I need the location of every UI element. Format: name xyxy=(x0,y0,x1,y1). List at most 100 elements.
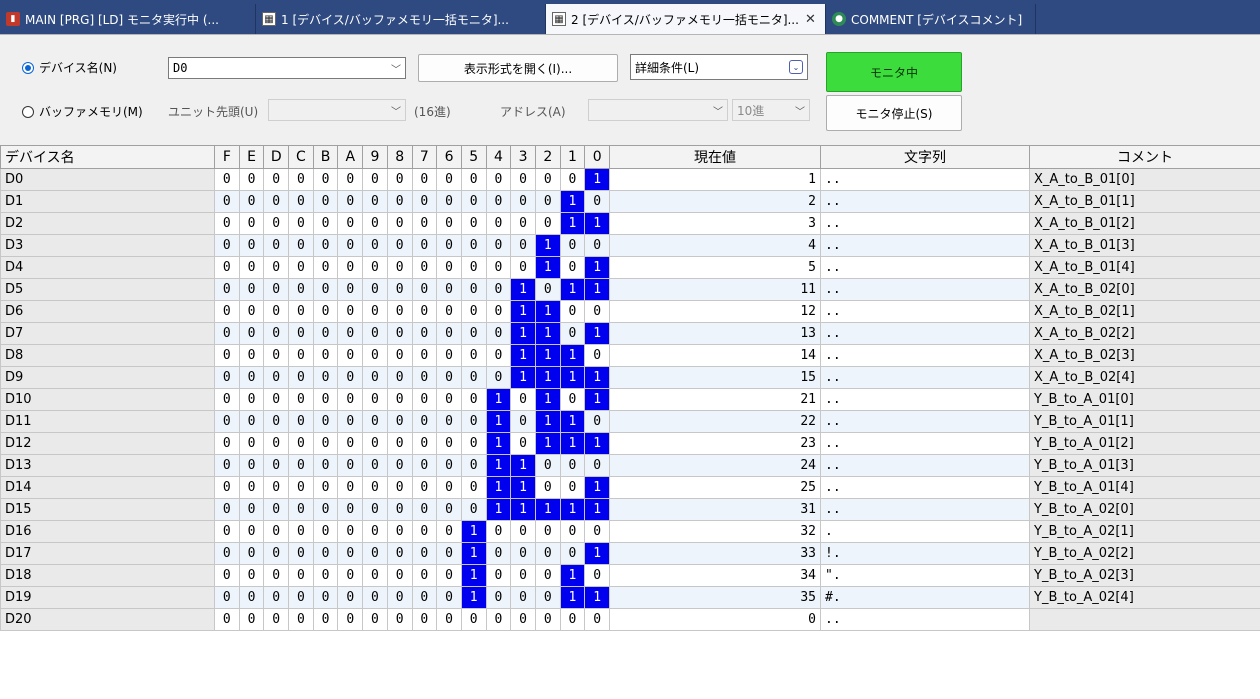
comment-cell[interactable]: Y_B_to_A_01[1] xyxy=(1029,410,1260,433)
bit-cell[interactable]: 0 xyxy=(238,454,265,477)
bit-cell[interactable]: 0 xyxy=(337,168,364,191)
table-row[interactable]: D9 0 0 0 0 0 0 0 0 0 0 0 0 1 1 1 1 15.. X_A_to_B_02[4] xyxy=(0,366,1260,389)
bit-cell[interactable]: 0 xyxy=(386,542,413,565)
bit-cell[interactable]: 0 xyxy=(312,300,339,323)
current-value-cell[interactable]: 13 xyxy=(609,322,821,345)
bit-cell[interactable]: 0 xyxy=(337,300,364,323)
bit-cell[interactable]: 0 xyxy=(263,278,290,301)
bit-cell[interactable]: 0 xyxy=(411,388,438,411)
bit-cell[interactable]: 0 xyxy=(312,234,339,257)
bit-cell[interactable]: 1 xyxy=(584,586,610,609)
bit-cell[interactable]: 0 xyxy=(411,564,438,587)
device-name-cell[interactable]: D7 xyxy=(0,322,215,345)
bit-cell[interactable]: 0 xyxy=(337,190,364,213)
string-cell[interactable]: .. xyxy=(820,366,1030,389)
bit-cell[interactable]: 0 xyxy=(534,212,561,235)
current-value-cell[interactable]: 25 xyxy=(609,476,821,499)
bit-cell[interactable]: 0 xyxy=(312,344,339,367)
bit-cell[interactable]: 0 xyxy=(362,300,388,323)
bit-cell[interactable]: 0 xyxy=(263,564,290,587)
bit-cell[interactable]: 0 xyxy=(559,256,586,279)
bit-cell[interactable]: 0 xyxy=(312,278,339,301)
bit-cell[interactable]: 0 xyxy=(386,388,413,411)
bit-cell[interactable]: 0 xyxy=(534,190,561,213)
comment-cell[interactable]: X_A_to_B_01[1] xyxy=(1029,190,1260,213)
bit-cell[interactable]: 0 xyxy=(485,300,512,323)
address-radix-combo[interactable]: 10進 ﹀ xyxy=(732,99,810,121)
current-value-cell[interactable]: 34 xyxy=(609,564,821,587)
bit-cell[interactable]: 0 xyxy=(460,256,487,279)
bit-cell[interactable]: 0 xyxy=(288,212,314,235)
current-value-cell[interactable]: 1 xyxy=(609,168,821,191)
device-name-cell[interactable]: D16 xyxy=(0,520,215,543)
bit-cell[interactable]: 0 xyxy=(559,388,586,411)
device-name-cell[interactable]: D18 xyxy=(0,564,215,587)
bit-cell[interactable]: 0 xyxy=(312,432,339,455)
string-cell[interactable]: .. xyxy=(820,410,1030,433)
string-cell[interactable]: .. xyxy=(820,322,1030,345)
device-name-cell[interactable]: D12 xyxy=(0,432,215,455)
bit-cell[interactable]: 0 xyxy=(238,564,265,587)
bit-cell[interactable]: 0 xyxy=(584,520,610,543)
bit-cell[interactable]: 0 xyxy=(386,168,413,191)
current-value-cell[interactable]: 21 xyxy=(609,388,821,411)
table-row[interactable]: D13 0 0 0 0 0 0 0 0 0 0 0 1 1 0 0 0 24.. Y_B_to_A_01[3] xyxy=(0,454,1260,477)
bit-cell[interactable]: 0 xyxy=(485,278,512,301)
bit-cell[interactable]: 0 xyxy=(288,520,314,543)
bit-cell[interactable]: 1 xyxy=(510,498,536,521)
table-row[interactable]: D0 0 0 0 0 0 0 0 0 0 0 0 0 0 0 0 1 1.. X_A_to_B_01[0] xyxy=(0,168,1260,191)
bit-cell[interactable]: 0 xyxy=(337,586,364,609)
bit-cell[interactable]: 1 xyxy=(559,410,586,433)
bit-cell[interactable]: 0 xyxy=(362,608,388,631)
bit-cell[interactable]: 0 xyxy=(288,498,314,521)
current-value-cell[interactable]: 0 xyxy=(609,608,821,631)
bit-cell[interactable]: 1 xyxy=(485,498,512,521)
comment-cell[interactable]: Y_B_to_A_01[2] xyxy=(1029,432,1260,455)
bit-cell[interactable]: 0 xyxy=(386,410,413,433)
comment-cell[interactable]: Y_B_to_A_02[4] xyxy=(1029,586,1260,609)
device-name-combo[interactable]: D0 ﹀ xyxy=(168,57,406,79)
table-row[interactable]: D3 0 0 0 0 0 0 0 0 0 0 0 0 0 1 0 0 4.. X_A_to_B_01[3] xyxy=(0,234,1260,257)
bit-cell[interactable]: 0 xyxy=(312,476,339,499)
bit-cell[interactable]: 0 xyxy=(238,388,265,411)
bit-cell[interactable]: 0 xyxy=(436,454,462,477)
bit-cell[interactable]: 0 xyxy=(288,190,314,213)
bit-cell[interactable]: 0 xyxy=(288,476,314,499)
bit-cell[interactable]: 0 xyxy=(312,608,339,631)
bit-cell[interactable]: 0 xyxy=(436,432,462,455)
bit-cell[interactable]: 0 xyxy=(214,498,240,521)
bit-cell[interactable]: 1 xyxy=(559,498,586,521)
bit-cell[interactable]: 0 xyxy=(436,542,462,565)
bit-cell[interactable]: 0 xyxy=(386,344,413,367)
device-name-cell[interactable]: D2 xyxy=(0,212,215,235)
bit-cell[interactable]: 0 xyxy=(288,344,314,367)
bit-cell[interactable]: 0 xyxy=(534,278,561,301)
string-cell[interactable]: .. xyxy=(820,344,1030,367)
monitoring-status-button[interactable]: モニタ中 xyxy=(826,52,962,92)
string-cell[interactable]: .. xyxy=(820,190,1030,213)
bit-cell[interactable]: 0 xyxy=(584,190,610,213)
comment-cell[interactable]: X_A_to_B_02[2] xyxy=(1029,322,1260,345)
bit-cell[interactable]: 0 xyxy=(436,520,462,543)
bit-cell[interactable]: 0 xyxy=(386,322,413,345)
bit-cell[interactable]: 0 xyxy=(436,300,462,323)
bit-cell[interactable]: 0 xyxy=(559,520,586,543)
bit-cell[interactable]: 0 xyxy=(510,520,536,543)
bit-cell[interactable]: 0 xyxy=(460,234,487,257)
bit-cell[interactable]: 0 xyxy=(386,454,413,477)
bit-cell[interactable]: 0 xyxy=(263,520,290,543)
bit-cell[interactable]: 1 xyxy=(510,322,536,345)
bit-cell[interactable]: 0 xyxy=(559,234,586,257)
bit-cell[interactable]: 0 xyxy=(584,564,610,587)
bit-cell[interactable]: 0 xyxy=(362,234,388,257)
bit-cell[interactable]: 0 xyxy=(411,454,438,477)
bit-cell[interactable]: 0 xyxy=(510,234,536,257)
bit-cell[interactable]: 1 xyxy=(510,476,536,499)
bit-cell[interactable]: 0 xyxy=(238,212,265,235)
bit-cell[interactable]: 0 xyxy=(485,168,512,191)
bit-cell[interactable]: 0 xyxy=(559,476,586,499)
bit-cell[interactable]: 0 xyxy=(460,432,487,455)
bit-cell[interactable]: 0 xyxy=(411,344,438,367)
bit-cell[interactable]: 0 xyxy=(362,432,388,455)
table-row[interactable]: D16 0 0 0 0 0 0 0 0 0 0 1 0 0 0 0 0 32 . Y_B_to_A_02[1] xyxy=(0,520,1260,543)
